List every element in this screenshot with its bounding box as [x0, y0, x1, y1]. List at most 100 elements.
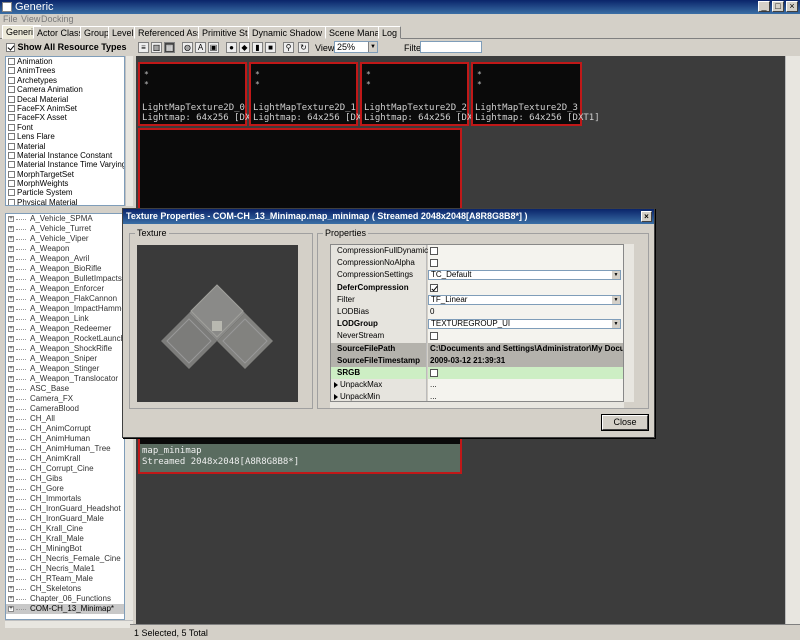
expand-icon[interactable]: +	[8, 276, 14, 282]
resource-type-item[interactable]: Material Instance Constant	[6, 151, 124, 160]
thumbnail-view-icon[interactable]: ▦	[164, 42, 175, 53]
property-value[interactable]	[428, 330, 623, 343]
property-checkbox[interactable]	[430, 332, 438, 341]
resource-type-checkbox[interactable]	[8, 114, 15, 122]
package-tree-item[interactable]: + A_Vehicle_SPMA	[6, 214, 124, 224]
expand-icon[interactable]: +	[8, 426, 14, 432]
package-tree-item[interactable]: + CH_IronGuard_Headshot	[6, 504, 124, 514]
property-value[interactable]: ...	[428, 379, 623, 392]
cube-icon[interactable]: ◆	[239, 42, 250, 53]
expand-icon[interactable]: +	[8, 256, 14, 262]
property-value[interactable]: 2009-03-12 21:39:31	[428, 354, 623, 367]
resource-type-checkbox[interactable]	[8, 151, 15, 159]
close-button[interactable]: Close	[601, 414, 649, 431]
property-row[interactable]: UnpackMax...	[331, 379, 623, 392]
property-row[interactable]: SourceFileTimestamp 2009-03-12 21:39:31	[331, 354, 623, 367]
expand-icon[interactable]: +	[8, 266, 14, 272]
show-all-checkbox[interactable]	[6, 43, 15, 53]
package-tree-item[interactable]: + A_Weapon_RocketLauncher	[6, 334, 124, 344]
package-tree-item[interactable]: + A_Weapon_BioRifle	[6, 264, 124, 274]
package-tree-item[interactable]: + CH_Skeletons	[6, 584, 124, 594]
property-select[interactable]: TEXTUREGROUP_UI ▼	[428, 319, 621, 330]
resource-type-item[interactable]: AnimTrees	[6, 66, 124, 75]
resource-type-checkbox[interactable]	[8, 189, 15, 197]
resource-type-scrollbar[interactable]	[125, 56, 133, 206]
package-tree-item[interactable]: + CameraBlood	[6, 404, 124, 414]
filter-input[interactable]	[420, 41, 482, 53]
sphere-primitive-icon[interactable]: ◍	[182, 42, 193, 53]
package-tree-item[interactable]: + CH_AnimHuman_Tree	[6, 444, 124, 454]
list-view-icon[interactable]: ≡	[138, 42, 149, 53]
resource-type-checkbox[interactable]	[8, 161, 15, 169]
package-tree-item[interactable]: + ASC_Base	[6, 384, 124, 394]
property-row[interactable]: Filter TF_Linear ▼	[331, 293, 623, 306]
expand-icon[interactable]: +	[8, 326, 14, 332]
property-value[interactable]: 0	[428, 305, 623, 319]
expand-icon[interactable]: +	[8, 506, 14, 512]
package-tree-item[interactable]: + CH_RTeam_Male	[6, 574, 124, 584]
package-tree-hscrollbar[interactable]	[5, 620, 133, 628]
expand-icon[interactable]: +	[8, 556, 14, 562]
menu-view[interactable]: View	[21, 14, 40, 24]
resource-type-item[interactable]: Material	[6, 142, 124, 151]
zoom-select[interactable]: 25% ▼	[334, 41, 378, 53]
resource-type-item[interactable]: MorphTargetSet	[6, 170, 124, 179]
property-row[interactable]: NeverStream	[331, 330, 623, 343]
panel-splitter[interactable]	[5, 206, 133, 210]
expand-icon[interactable]: +	[8, 396, 14, 402]
package-tree-item[interactable]: + CH_Krall_Male	[6, 534, 124, 544]
package-tree-item[interactable]: + A_Weapon_BulletImpacts	[6, 274, 124, 284]
expand-icon[interactable]: +	[8, 596, 14, 602]
expand-icon[interactable]: +	[8, 306, 14, 312]
package-tree-item[interactable]: + A_Vehicle_Turret	[6, 224, 124, 234]
resource-type-checkbox[interactable]	[8, 142, 15, 150]
expand-icon[interactable]: +	[8, 406, 14, 412]
text-icon[interactable]: A	[195, 42, 206, 53]
property-checkbox[interactable]	[430, 247, 438, 255]
resource-type-item[interactable]: Animation	[6, 57, 124, 66]
menu-file[interactable]: File	[3, 14, 18, 24]
expand-icon[interactable]: +	[8, 446, 14, 452]
property-value[interactable]: TEXTUREGROUP_UI ▼	[428, 318, 623, 331]
property-select[interactable]: TF_Linear ▼	[428, 294, 621, 305]
plane-icon[interactable]: ■	[265, 42, 276, 53]
expand-icon[interactable]: +	[8, 526, 14, 532]
resource-type-checkbox[interactable]	[8, 180, 15, 188]
resource-type-checkbox[interactable]	[8, 123, 15, 131]
expand-icon[interactable]: +	[8, 606, 14, 612]
tab-log[interactable]: Log	[378, 26, 402, 39]
package-tree-item[interactable]: + COM-CH_13_Minimap*	[6, 604, 124, 614]
property-row[interactable]: CompressionSettings TC_Default ▼	[331, 269, 623, 282]
package-tree-item[interactable]: + Camera_FX	[6, 394, 124, 404]
property-grid-scrollbar[interactable]	[624, 244, 634, 402]
package-tree-item[interactable]: + A_Weapon_Enforcer	[6, 284, 124, 294]
expand-icon[interactable]: +	[8, 316, 14, 322]
resource-type-item[interactable]: FaceFX AnimSet	[6, 104, 124, 113]
property-value[interactable]: C:\Documents and Settings\Administrator\…	[428, 342, 623, 355]
property-value[interactable]	[428, 281, 623, 294]
package-tree-item[interactable]: + CH_Necris_Male1	[6, 564, 124, 574]
package-tree-item[interactable]: + A_Weapon_ShockRifle	[6, 344, 124, 354]
resource-type-checkbox[interactable]	[8, 76, 15, 84]
property-value[interactable]	[428, 257, 623, 270]
package-tree-item[interactable]: + A_Weapon	[6, 244, 124, 254]
package-tree-item[interactable]: + CH_All	[6, 414, 124, 424]
sphere-icon[interactable]: ●	[226, 42, 237, 53]
cylinder-icon[interactable]: ▮	[252, 42, 263, 53]
expand-icon[interactable]: +	[8, 536, 14, 542]
expand-icon[interactable]: +	[8, 376, 14, 382]
property-value[interactable]	[428, 245, 623, 258]
package-tree-item[interactable]: + CH_AnimHuman	[6, 434, 124, 444]
package-tree-item[interactable]: + A_Weapon_Translocator	[6, 374, 124, 384]
package-tree-item[interactable]: + CH_IronGuard_Male	[6, 514, 124, 524]
resource-type-item[interactable]: Physical Material	[6, 198, 124, 205]
package-tree-item[interactable]: + A_Weapon_Sniper	[6, 354, 124, 364]
expand-icon[interactable]: +	[8, 496, 14, 502]
expand-icon[interactable]: +	[8, 576, 14, 582]
expand-icon[interactable]: +	[8, 586, 14, 592]
thumbnail-scrollbar[interactable]	[785, 56, 800, 624]
expand-icon[interactable]: +	[8, 416, 14, 422]
expand-icon[interactable]: +	[8, 356, 14, 362]
menu-docking[interactable]: Docking	[41, 14, 74, 24]
image-icon[interactable]: ▣	[208, 42, 219, 53]
